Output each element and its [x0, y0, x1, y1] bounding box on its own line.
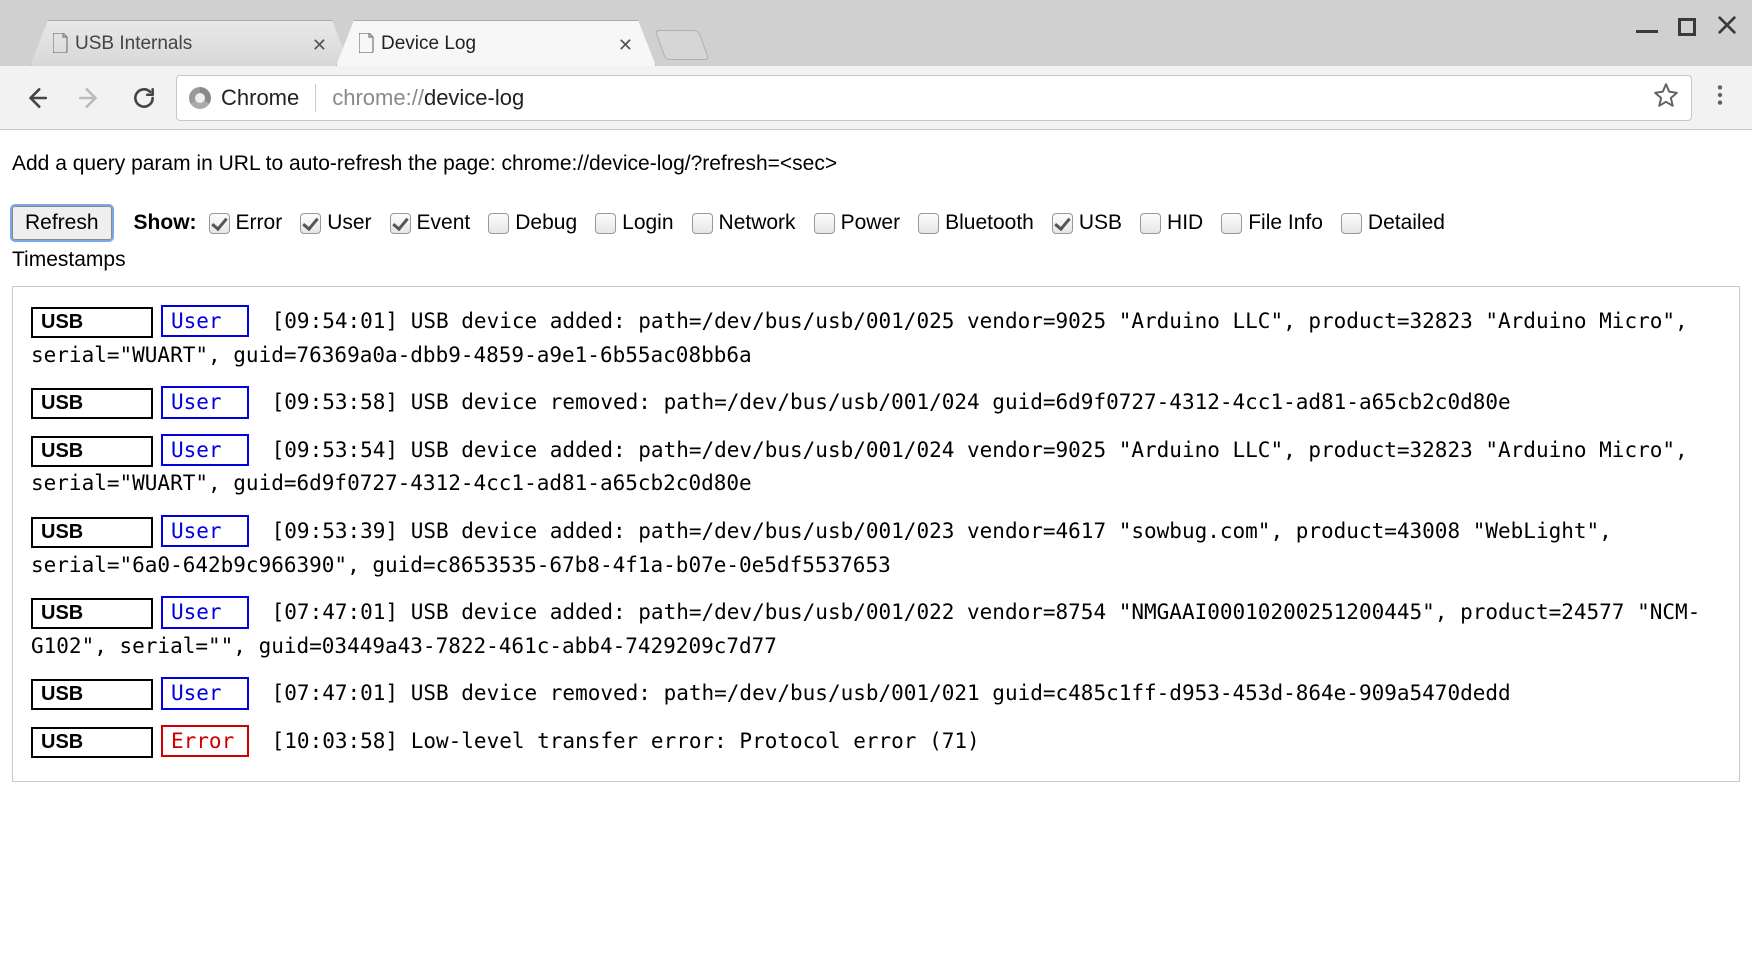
filter-checkbox[interactable]	[595, 213, 616, 234]
log-text: [09:53:58] USB device removed: path=/dev…	[259, 390, 1511, 414]
omnibox[interactable]: Chrome chrome://device-log	[176, 75, 1692, 121]
log-level-tag: User	[161, 305, 249, 337]
tab-device-log[interactable]: Device Log ✕	[336, 20, 656, 66]
log-text: [07:47:01] USB device removed: path=/dev…	[259, 681, 1511, 705]
log-entry: USB User [09:53:39] USB device added: pat…	[31, 515, 1721, 582]
close-window-icon[interactable]	[1716, 14, 1738, 40]
chrome-icon	[189, 87, 211, 109]
filter-label: Network	[719, 211, 796, 235]
menu-button[interactable]	[1702, 82, 1738, 114]
log-entry: USB User [07:47:01] USB device removed: p…	[31, 677, 1721, 711]
filter-label: Login	[622, 211, 673, 235]
log-entry: USB User [09:53:54] USB device added: pat…	[31, 434, 1721, 501]
log-text: [09:54:01] USB device added: path=/dev/b…	[31, 309, 1688, 367]
refresh-button[interactable]: Refresh	[12, 206, 112, 240]
log-type-tag: USB	[31, 727, 153, 758]
timestamps-label: Timestamps	[12, 248, 1740, 272]
filter-checkbox[interactable]	[814, 213, 835, 234]
filter-file-info[interactable]: File Info	[1221, 211, 1323, 235]
log-text: [09:53:54] USB device added: path=/dev/b…	[31, 438, 1688, 496]
tab-title: USB Internals	[75, 33, 192, 55]
log-container: USB User [09:54:01] USB device added: pat…	[12, 286, 1740, 782]
window-controls	[1636, 14, 1738, 40]
filter-detailed[interactable]: Detailed	[1341, 211, 1445, 235]
log-level-tag: User	[161, 515, 249, 547]
log-type-tag: USB	[31, 517, 153, 548]
filter-label: Detailed	[1368, 211, 1445, 235]
toolbar: Chrome chrome://device-log	[0, 66, 1752, 130]
filter-label: File Info	[1248, 211, 1323, 235]
kebab-menu-icon	[1707, 82, 1733, 114]
file-icon	[53, 33, 69, 53]
filter-checkbox[interactable]	[209, 213, 230, 234]
log-entry: USB User [09:53:58] USB device removed: p…	[31, 386, 1721, 420]
log-entry: USB Error [10:03:58] Low-level transfer e…	[31, 725, 1721, 759]
new-tab-button[interactable]	[655, 30, 710, 60]
filter-bluetooth[interactable]: Bluetooth	[918, 211, 1034, 235]
omnibox-url: device-log	[424, 85, 524, 110]
filter-user[interactable]: User	[300, 211, 371, 235]
tab-close-icon[interactable]: ✕	[312, 35, 327, 56]
filter-label: Debug	[515, 211, 577, 235]
filter-label: User	[327, 211, 371, 235]
tabs-area: USB Internals ✕ Device Log ✕	[0, 0, 1752, 66]
file-icon	[359, 33, 375, 53]
reload-button[interactable]	[122, 76, 166, 120]
log-type-tag: USB	[31, 598, 153, 629]
omnibox-url-prefix: chrome://	[332, 85, 424, 110]
back-button[interactable]	[14, 76, 58, 120]
show-label: Show:	[134, 211, 197, 235]
log-text: [10:03:58] Low-level transfer error: Pro…	[259, 729, 980, 753]
log-type-tag: USB	[31, 679, 153, 710]
filter-usb[interactable]: USB	[1052, 211, 1122, 235]
filter-power[interactable]: Power	[814, 211, 901, 235]
titlebar: USB Internals ✕ Device Log ✕	[0, 0, 1752, 66]
filter-checkbox[interactable]	[488, 213, 509, 234]
filter-label: USB	[1079, 211, 1122, 235]
page-content: Add a query param in URL to auto-refresh…	[0, 130, 1752, 804]
filter-label: Error	[236, 211, 283, 235]
filter-checkbox[interactable]	[300, 213, 321, 234]
filter-checkbox[interactable]	[1221, 213, 1242, 234]
log-level-tag: User	[161, 596, 249, 628]
forward-button[interactable]	[68, 76, 112, 120]
log-type-tag: USB	[31, 388, 153, 419]
log-entry: USB User [07:47:01] USB device added: pat…	[31, 596, 1721, 663]
filter-event[interactable]: Event	[390, 211, 471, 235]
filter-label: Event	[417, 211, 471, 235]
filter-checkbox[interactable]	[390, 213, 411, 234]
tab-title: Device Log	[381, 33, 476, 55]
log-type-tag: USB	[31, 307, 153, 338]
filter-network[interactable]: Network	[692, 211, 796, 235]
filter-checkbox[interactable]	[1140, 213, 1161, 234]
filter-hid[interactable]: HID	[1140, 211, 1203, 235]
bookmark-star-icon[interactable]	[1653, 82, 1679, 114]
controls-row: Refresh Show: Error User Event Debug Login Ne…	[12, 206, 1740, 240]
log-level-tag: User	[161, 386, 249, 418]
filter-checkbox[interactable]	[1052, 213, 1073, 234]
filter-checkbox[interactable]	[1341, 213, 1362, 234]
omnibox-scheme: Chrome	[221, 85, 299, 111]
maximize-icon[interactable]	[1678, 18, 1696, 36]
filter-checkbox[interactable]	[918, 213, 939, 234]
minimize-icon[interactable]	[1636, 21, 1658, 33]
filter-error[interactable]: Error	[209, 211, 283, 235]
auto-refresh-hint: Add a query param in URL to auto-refresh…	[12, 152, 1740, 176]
tab-usb-internals[interactable]: USB Internals ✕	[30, 20, 350, 66]
tab-close-icon[interactable]: ✕	[618, 35, 633, 56]
log-entry: USB User [09:54:01] USB device added: pat…	[31, 305, 1721, 372]
log-level-tag: User	[161, 434, 249, 466]
filter-label: Power	[841, 211, 901, 235]
log-text: [09:53:39] USB device added: path=/dev/b…	[31, 519, 1612, 577]
filter-login[interactable]: Login	[595, 211, 673, 235]
filter-debug[interactable]: Debug	[488, 211, 577, 235]
log-text: [07:47:01] USB device added: path=/dev/b…	[31, 600, 1700, 658]
omnibox-separator	[315, 84, 316, 112]
filter-label: HID	[1167, 211, 1203, 235]
log-level-tag: User	[161, 677, 249, 709]
filter-label: Bluetooth	[945, 211, 1034, 235]
log-level-tag: Error	[161, 725, 249, 757]
filter-checkbox[interactable]	[692, 213, 713, 234]
log-type-tag: USB	[31, 436, 153, 467]
